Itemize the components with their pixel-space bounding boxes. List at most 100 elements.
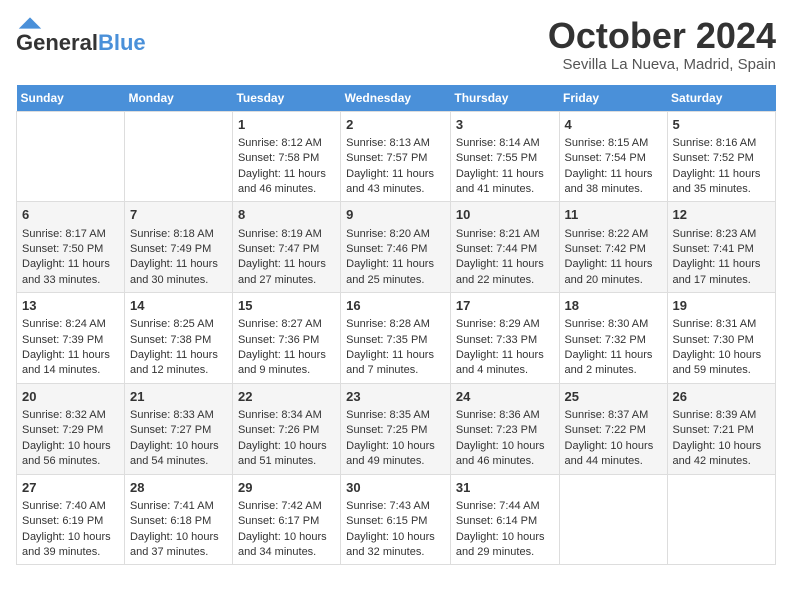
calendar-cell: 2 Sunrise: 8:13 AMSunset: 7:57 PMDaylight… [341, 111, 451, 202]
daylight-text: Daylight: 11 hours and 2 minutes. [565, 348, 662, 379]
day-number: 27 [22, 479, 119, 497]
month-title: October 2024 [548, 16, 776, 56]
calendar-cell: 15Sunrise: 8:27 AMSunset: 7:36 PMDayligh… [232, 293, 340, 384]
day-number: 29 [238, 479, 335, 497]
sunset-text: Sunset: 7:54 PM [565, 151, 662, 166]
day-number: 13 [22, 297, 119, 315]
sunset-text: Sunset: 7:32 PM [565, 333, 662, 348]
calendar-cell: 6Sunrise: 8:17 AMSunset: 7:50 PMDaylight… [17, 202, 125, 293]
sunset-text: Sunset: 7:58 PM [238, 151, 335, 166]
daylight-text: Daylight: 11 hours and 4 minutes. [456, 348, 554, 379]
sunrise-text: Sunrise: 8:12 AM [238, 136, 335, 151]
sunrise-text: Sunrise: 8:28 AM [346, 317, 445, 332]
day-number: 2 [346, 116, 445, 134]
day-number: 22 [238, 388, 335, 406]
daylight-text: Daylight: 10 hours and 59 minutes. [673, 348, 770, 379]
daylight-text: Daylight: 10 hours and 37 minutes. [130, 530, 227, 561]
daylight-text: Daylight: 10 hours and 46 minutes. [456, 439, 554, 470]
daylight-text: Daylight: 11 hours and 7 minutes. [346, 348, 445, 379]
sunrise-text: Sunrise: 8:14 AM [456, 136, 554, 151]
title-section: October 2024 Sevilla La Nueva, Madrid, S… [548, 16, 776, 73]
sunrise-text: Sunrise: 8:24 AM [22, 317, 119, 332]
daylight-text: Daylight: 10 hours and 44 minutes. [565, 439, 662, 470]
sunrise-text: Sunrise: 7:41 AM [130, 499, 227, 514]
sunset-text: Sunset: 7:23 PM [456, 423, 554, 438]
day-number: 11 [565, 206, 662, 224]
calendar-cell: 7Sunrise: 8:18 AMSunset: 7:49 PMDaylight… [124, 202, 232, 293]
sunrise-text: Sunrise: 8:30 AM [565, 317, 662, 332]
daylight-text: Daylight: 11 hours and 38 minutes. [565, 167, 662, 198]
calendar-cell: 20Sunrise: 8:32 AMSunset: 7:29 PMDayligh… [17, 383, 125, 474]
calendar-cell: 23Sunrise: 8:35 AMSunset: 7:25 PMDayligh… [341, 383, 451, 474]
daylight-text: Daylight: 10 hours and 49 minutes. [346, 439, 445, 470]
calendar-cell: 29Sunrise: 7:42 AMSunset: 6:17 PMDayligh… [232, 474, 340, 565]
calendar-cell [667, 474, 775, 565]
calendar-cell: 8Sunrise: 8:19 AMSunset: 7:47 PMDaylight… [232, 202, 340, 293]
day-number: 28 [130, 479, 227, 497]
day-number: 1 [238, 116, 335, 134]
sunset-text: Sunset: 7:44 PM [456, 242, 554, 257]
sunset-text: Sunset: 7:27 PM [130, 423, 227, 438]
daylight-text: Daylight: 11 hours and 35 minutes. [673, 167, 770, 198]
calendar-cell: 17Sunrise: 8:29 AMSunset: 7:33 PMDayligh… [450, 293, 559, 384]
calendar-cell: 25Sunrise: 8:37 AMSunset: 7:22 PMDayligh… [559, 383, 667, 474]
daylight-text: Daylight: 11 hours and 41 minutes. [456, 167, 554, 198]
day-number: 12 [673, 206, 770, 224]
sunset-text: Sunset: 7:33 PM [456, 333, 554, 348]
day-number: 18 [565, 297, 662, 315]
calendar-cell: 30Sunrise: 7:43 AMSunset: 6:15 PMDayligh… [341, 474, 451, 565]
day-number: 9 [346, 206, 445, 224]
sunrise-text: Sunrise: 8:25 AM [130, 317, 227, 332]
daylight-text: Daylight: 10 hours and 42 minutes. [673, 439, 770, 470]
sunrise-text: Sunrise: 8:23 AM [673, 227, 770, 242]
daylight-text: Daylight: 11 hours and 12 minutes. [130, 348, 227, 379]
calendar-cell: 4Sunrise: 8:15 AMSunset: 7:54 PMDaylight… [559, 111, 667, 202]
weekday-header-friday: Friday [559, 85, 667, 112]
day-number: 4 [565, 116, 662, 134]
calendar-cell: 26Sunrise: 8:39 AMSunset: 7:21 PMDayligh… [667, 383, 775, 474]
sunrise-text: Sunrise: 8:20 AM [346, 227, 445, 242]
sunrise-text: Sunrise: 8:37 AM [565, 408, 662, 423]
calendar-cell: 12Sunrise: 8:23 AMSunset: 7:41 PMDayligh… [667, 202, 775, 293]
sunrise-text: Sunrise: 8:34 AM [238, 408, 335, 423]
calendar-cell: 19Sunrise: 8:31 AMSunset: 7:30 PMDayligh… [667, 293, 775, 384]
day-number: 24 [456, 388, 554, 406]
calendar-cell [559, 474, 667, 565]
calendar-week-5: 27Sunrise: 7:40 AMSunset: 6:19 PMDayligh… [17, 474, 776, 565]
calendar-cell: 11Sunrise: 8:22 AMSunset: 7:42 PMDayligh… [559, 202, 667, 293]
sunset-text: Sunset: 6:15 PM [346, 514, 445, 529]
calendar-cell: 5Sunrise: 8:16 AMSunset: 7:52 PMDaylight… [667, 111, 775, 202]
sunrise-text: Sunrise: 7:40 AM [22, 499, 119, 514]
daylight-text: Daylight: 11 hours and 27 minutes. [238, 257, 335, 288]
sunset-text: Sunset: 7:49 PM [130, 242, 227, 257]
weekday-header-sunday: Sunday [17, 85, 125, 112]
daylight-text: Daylight: 11 hours and 46 minutes. [238, 167, 335, 198]
sunrise-text: Sunrise: 8:31 AM [673, 317, 770, 332]
day-number: 25 [565, 388, 662, 406]
day-number: 21 [130, 388, 227, 406]
day-number: 23 [346, 388, 445, 406]
sunset-text: Sunset: 6:14 PM [456, 514, 554, 529]
sunset-text: Sunset: 7:25 PM [346, 423, 445, 438]
sunrise-text: Sunrise: 8:27 AM [238, 317, 335, 332]
sunrise-text: Sunrise: 8:19 AM [238, 227, 335, 242]
sunset-text: Sunset: 7:29 PM [22, 423, 119, 438]
page-header: GeneralBlue October 2024 Sevilla La Nuev… [16, 16, 776, 73]
daylight-text: Daylight: 10 hours and 29 minutes. [456, 530, 554, 561]
sunset-text: Sunset: 7:57 PM [346, 151, 445, 166]
calendar-cell [124, 111, 232, 202]
calendar-cell: 18 Sunrise: 8:30 AMSunset: 7:32 PMDayligh… [559, 293, 667, 384]
calendar-cell: 1 Sunrise: 8:12 AMSunset: 7:58 PMDaylight… [232, 111, 340, 202]
sunset-text: Sunset: 6:18 PM [130, 514, 227, 529]
sunrise-text: Sunrise: 7:43 AM [346, 499, 445, 514]
calendar-cell: 10Sunrise: 8:21 AMSunset: 7:44 PMDayligh… [450, 202, 559, 293]
logo-text: GeneralBlue [16, 32, 146, 54]
weekday-header-saturday: Saturday [667, 85, 775, 112]
calendar-cell: 16Sunrise: 8:28 AMSunset: 7:35 PMDayligh… [341, 293, 451, 384]
daylight-text: Daylight: 11 hours and 43 minutes. [346, 167, 445, 198]
sunrise-text: Sunrise: 8:13 AM [346, 136, 445, 151]
sunrise-text: Sunrise: 8:39 AM [673, 408, 770, 423]
calendar-week-1: 1Sunrise: 8:12 AMSunset: 7:58 PMDaylight… [17, 111, 776, 202]
sunrise-text: Sunrise: 8:21 AM [456, 227, 554, 242]
sunset-text: Sunset: 7:30 PM [673, 333, 770, 348]
